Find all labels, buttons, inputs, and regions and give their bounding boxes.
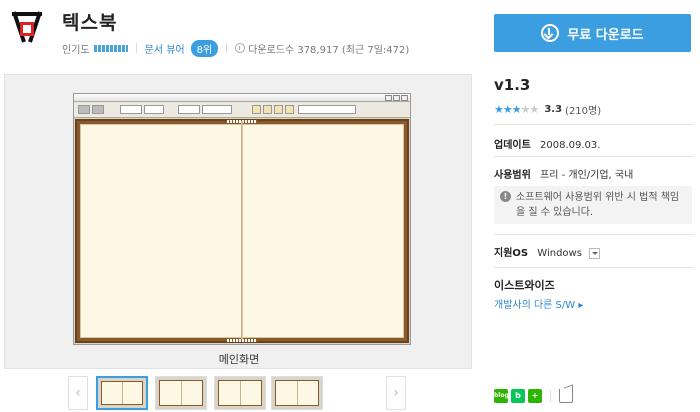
info-divider <box>494 234 694 235</box>
blog-share-icon[interactable]: blog <box>494 389 509 403</box>
thumbnail-image <box>159 380 203 406</box>
popularity-label: 인기도 <box>62 44 90 56</box>
download-icon <box>541 24 560 42</box>
info-divider <box>494 124 694 125</box>
info-divider <box>494 267 694 268</box>
thumbnail-1[interactable] <box>96 376 148 410</box>
license-label: 사용범위 <box>494 170 531 181</box>
thumbnail-4[interactable] <box>271 376 323 410</box>
maximize-icon <box>393 95 400 101</box>
thumbnail-prev-button[interactable]: ‹ <box>68 376 88 410</box>
share-icon[interactable] <box>559 389 573 403</box>
category-link[interactable]: 문서 뷰어 <box>145 41 185 56</box>
os-label: 지원OS <box>494 248 529 259</box>
app-logo <box>8 8 46 46</box>
popularity-bar <box>93 44 128 52</box>
license-value: 프리 - 개인/기업, 국내 <box>540 170 634 181</box>
preview-caption: 메인화면 <box>218 353 260 366</box>
license-row: 사용범위 프리 - 개인/기업, 국내 <box>494 166 633 181</box>
stars-filled: ★★★ <box>494 103 522 116</box>
toolbar-prev-icon <box>263 105 272 114</box>
rating-count: (210명) <box>565 106 602 117</box>
os-value: Windows <box>537 248 582 259</box>
developer-other-software-link[interactable]: 개발사의 다른 S/W ▸ <box>494 296 583 311</box>
screenshot-preview[interactable]: 메인화면 <box>4 74 472 369</box>
update-label: 업데이트 <box>494 140 531 151</box>
preview-window-buttons <box>385 95 408 101</box>
toolbar-open-icon <box>78 105 90 114</box>
thumbnail-2[interactable] <box>155 376 207 410</box>
thumbnail-image <box>275 380 319 406</box>
free-download-label: 무료 다운로드 <box>567 27 644 43</box>
license-warning: ! 소프트웨어 사용범위 위반 시 법적 책임을 질 수 있습니다. <box>494 186 692 224</box>
preview-titlebar <box>74 94 410 102</box>
preview-app-window <box>73 93 411 345</box>
preview-toolbar <box>74 102 410 118</box>
star-rating-icon: ★★★★★ <box>494 103 540 116</box>
download-count: 다운로드수 378,917 (최근 7일:472) <box>248 44 410 56</box>
close-icon <box>401 95 408 101</box>
download-count-icon <box>235 43 246 53</box>
toolbar-first-icon <box>252 105 261 114</box>
share-divider <box>550 390 551 402</box>
update-row: 업데이트 2008.09.03. <box>494 136 600 151</box>
warning-text: 소프트웨어 사용범위 위반 시 법적 책임을 질 수 있습니다. <box>516 192 680 218</box>
toolbar-size-select <box>144 105 164 114</box>
band-share-icon[interactable]: b <box>511 389 525 403</box>
os-dropdown-button[interactable] <box>589 247 601 259</box>
minimize-icon <box>385 95 392 101</box>
toolbar-next-icon <box>274 105 283 114</box>
app-title: 텍스북 <box>62 12 118 34</box>
thumbnail-3[interactable] <box>214 376 266 410</box>
toolbar-save-icon <box>92 105 104 114</box>
book-binding-bottom <box>227 339 257 342</box>
developer-name: 이스트와이즈 <box>494 279 555 292</box>
thumbnail-strip: ‹ › <box>68 376 408 410</box>
toolbar-page-slider <box>298 105 356 114</box>
meta-divider <box>135 43 137 53</box>
rank-badge: 8위 <box>190 39 219 57</box>
version-label: v1.3 <box>494 76 531 94</box>
thumbnail-image <box>101 381 143 405</box>
stars-empty: ★★ <box>520 103 540 116</box>
app-meta: 인기도 문서 뷰어 8위 다운로드수 378,917 (최근 7일:472) <box>62 39 410 57</box>
rating: ★★★★★ 3.3 (210명) <box>494 102 601 117</box>
book-right-page <box>242 124 404 338</box>
thumbnail-next-button[interactable]: › <box>386 376 406 410</box>
book-view <box>75 119 409 343</box>
update-value: 2008.09.03. <box>540 140 601 151</box>
warning-icon: ! <box>500 191 511 202</box>
thumbnail-image <box>218 380 262 406</box>
toolbar-option-box <box>202 105 232 114</box>
toolbar-color-box <box>178 105 200 114</box>
book-left-page <box>80 124 242 338</box>
share-bar: blog b + <box>494 389 573 403</box>
info-divider <box>494 156 694 157</box>
toolbar-last-icon <box>285 105 294 114</box>
plus-share-icon[interactable]: + <box>528 389 542 403</box>
meta-divider <box>226 43 228 53</box>
toolbar-font-select <box>120 105 142 114</box>
rating-score: 3.3 <box>544 104 563 115</box>
free-download-button[interactable]: 무료 다운로드 <box>494 14 691 52</box>
os-row: 지원OS Windows <box>494 244 601 259</box>
